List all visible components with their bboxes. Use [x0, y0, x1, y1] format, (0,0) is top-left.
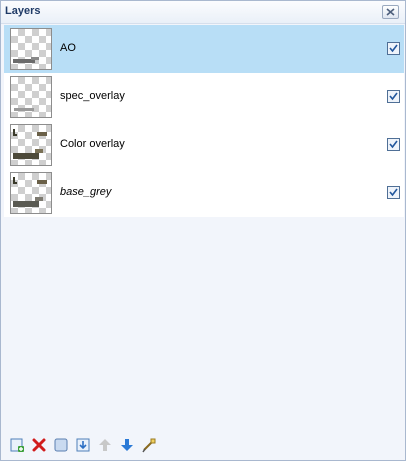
- layer-row-color-overlay[interactable]: Color overlay: [4, 121, 404, 169]
- window-title: Layers: [5, 5, 41, 17]
- layer-row-ao[interactable]: AO: [4, 25, 404, 73]
- visibility-checkbox[interactable]: [387, 90, 400, 103]
- close-button[interactable]: [382, 5, 399, 19]
- layer-properties-icon: [142, 438, 156, 453]
- checkmark-icon: [389, 140, 398, 149]
- move-down-icon: [121, 439, 133, 451]
- move-up-icon: [99, 439, 111, 451]
- close-icon: [386, 8, 395, 16]
- layer-row-spec-overlay[interactable]: spec_overlay: [4, 73, 404, 121]
- layer-thumbnail: [10, 124, 52, 166]
- layer-thumbnail: [10, 28, 52, 70]
- layer-properties-button[interactable]: [139, 435, 159, 455]
- merge-down-button[interactable]: [73, 435, 93, 455]
- duplicate-layer-button[interactable]: [51, 435, 71, 455]
- add-layer-button[interactable]: [7, 435, 27, 455]
- move-up-button[interactable]: [95, 435, 115, 455]
- visibility-checkbox[interactable]: [387, 138, 400, 151]
- checkmark-icon: [389, 188, 398, 197]
- layers-window: Layers AO spec_overlay Color overlay bas…: [0, 0, 406, 461]
- layer-name: base_grey: [60, 186, 112, 198]
- checkmark-icon: [389, 92, 398, 101]
- title-bar: Layers: [1, 1, 405, 24]
- layers-toolbar: [5, 435, 205, 455]
- layer-row-base-grey[interactable]: base_grey: [4, 169, 404, 217]
- visibility-checkbox[interactable]: [387, 186, 400, 199]
- layer-name: AO: [60, 42, 76, 54]
- layers-list: AO spec_overlay Color overlay base_grey: [4, 25, 404, 217]
- checkmark-icon: [389, 44, 398, 53]
- delete-layer-icon: [32, 438, 46, 452]
- move-down-button[interactable]: [117, 435, 137, 455]
- layer-name: Color overlay: [60, 138, 125, 150]
- merge-down-icon: [76, 438, 90, 452]
- add-layer-icon: [10, 438, 24, 452]
- delete-layer-button[interactable]: [29, 435, 49, 455]
- layer-thumbnail: [10, 76, 52, 118]
- layer-thumbnail: [10, 172, 52, 214]
- duplicate-layer-icon: [54, 438, 68, 452]
- visibility-checkbox[interactable]: [387, 42, 400, 55]
- layer-name: spec_overlay: [60, 90, 125, 102]
